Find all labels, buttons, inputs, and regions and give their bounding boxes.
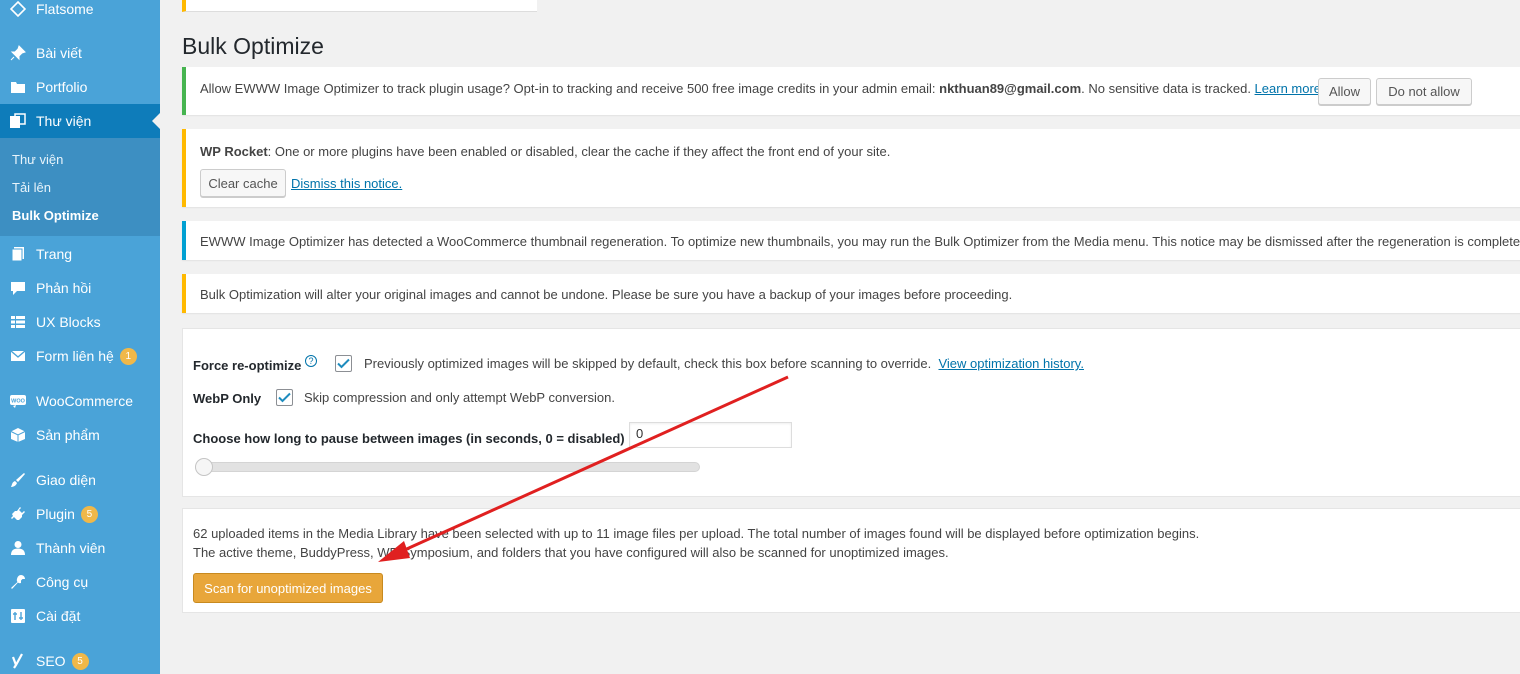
wp-rocket-message: : One or more plugins have been enabled … xyxy=(267,144,891,159)
checkmark-icon xyxy=(337,358,350,369)
plugin-icon xyxy=(8,504,28,524)
webp-only-description: Skip compression and only attempt WebP c… xyxy=(304,390,615,405)
page-title: Bulk Optimize xyxy=(182,33,324,59)
force-reoptimize-checkbox[interactable] xyxy=(335,355,352,372)
menu-label: Cài đặt xyxy=(36,608,81,624)
grid-icon xyxy=(8,312,28,332)
wp-rocket-text: WP Rocket: One or more plugins have been… xyxy=(200,144,890,159)
menu-label: Trang xyxy=(36,246,73,262)
previous-notice xyxy=(182,0,537,12)
menu-item-contact-form[interactable]: Form liên hệ 1 xyxy=(0,339,160,373)
menu-label: Plugin xyxy=(36,506,75,522)
submenu-bulk-optimize[interactable]: Bulk Optimize xyxy=(12,208,99,223)
admin-email: nkthuan89@gmail.com xyxy=(939,81,1082,96)
menu-item-settings[interactable]: Cài đặt xyxy=(0,599,160,633)
update-badge: 5 xyxy=(80,505,98,523)
page-icon xyxy=(8,244,28,264)
menu-item-seo[interactable]: SEO 5 xyxy=(0,644,160,674)
wp-rocket-notice: WP Rocket: One or more plugins have been… xyxy=(182,129,1520,207)
scan-images-button[interactable]: Scan for unoptimized images xyxy=(193,573,383,603)
clear-cache-button[interactable]: Clear cache xyxy=(200,169,286,197)
dismiss-notice-link[interactable]: Dismiss this notice. xyxy=(291,176,402,191)
menu-item-appearance[interactable]: Giao diện xyxy=(0,463,160,497)
pin-icon xyxy=(8,43,28,63)
menu-label: WooCommerce xyxy=(36,393,133,409)
folder-icon xyxy=(8,77,28,97)
help-icon[interactable]: ? xyxy=(305,355,317,367)
menu-label: Portfolio xyxy=(36,79,88,95)
force-desc-text: Previously optimized images will be skip… xyxy=(364,356,932,371)
comment-icon xyxy=(8,278,28,298)
yoast-icon xyxy=(8,651,28,671)
tracking-text: Allow EWWW Image Optimizer to track plug… xyxy=(200,81,940,96)
regeneration-text: EWWW Image Optimizer has detected a WooC… xyxy=(200,234,1520,249)
menu-item-users[interactable]: Thành viên xyxy=(0,531,160,565)
backup-warning-notice: Bulk Optimization will alter your origin… xyxy=(182,274,1520,313)
backup-warning-text: Bulk Optimization will alter your origin… xyxy=(200,287,1013,302)
menu-label: Form liên hệ xyxy=(36,348,114,364)
pause-duration-input[interactable]: 0 xyxy=(629,422,792,448)
learn-more-link[interactable]: Learn more. xyxy=(1255,81,1325,96)
tracking-notice: Allow EWWW Image Optimizer to track plug… xyxy=(182,67,1520,115)
woo-icon: WOO xyxy=(8,391,28,411)
admin-sidebar: Flatsome Bài viết Portfolio Thư viện Thư… xyxy=(0,0,160,674)
scan-panel: 62 uploaded items in the Media Library h… xyxy=(182,508,1520,613)
pause-slider-track[interactable] xyxy=(195,462,700,472)
checkmark-icon xyxy=(278,392,291,403)
menu-item-flatsome[interactable]: Flatsome xyxy=(0,0,160,26)
scan-summary-line1: 62 uploaded items in the Media Library h… xyxy=(193,526,1200,541)
settings-icon xyxy=(8,606,28,626)
menu-label: Thư viện xyxy=(36,113,92,129)
wrench-icon xyxy=(8,572,28,592)
user-icon xyxy=(8,538,28,558)
menu-item-media[interactable]: Thư viện xyxy=(0,104,160,138)
webp-only-label: WebP Only xyxy=(193,391,262,406)
flatsome-diamond-icon xyxy=(8,0,28,19)
menu-label: Sản phẩm xyxy=(36,427,100,443)
media-icon xyxy=(8,111,28,131)
brush-icon xyxy=(8,470,28,490)
wp-rocket-title: WP Rocket xyxy=(200,144,268,159)
allow-button[interactable]: Allow xyxy=(1318,78,1371,105)
menu-label: SEO xyxy=(36,653,66,669)
menu-label: Bài viết xyxy=(36,45,82,61)
svg-text:WOO: WOO xyxy=(11,399,25,405)
menu-label: UX Blocks xyxy=(36,314,101,330)
regeneration-notice: EWWW Image Optimizer has detected a WooC… xyxy=(182,221,1520,260)
menu-item-plugins[interactable]: Plugin 5 xyxy=(0,497,160,531)
view-history-link[interactable]: View optimization history. xyxy=(938,356,1083,371)
menu-item-comments[interactable]: Phản hồi xyxy=(0,271,160,305)
menu-label: Flatsome xyxy=(36,1,94,17)
pause-slider-handle[interactable] xyxy=(195,458,213,476)
tracking-text-after: . No sensitive data is tracked. xyxy=(1081,81,1255,96)
bulk-options-panel: Force re-optimize ? Previously optimized… xyxy=(182,328,1520,497)
menu-label: Giao diện xyxy=(36,472,96,488)
menu-item-posts[interactable]: Bài viết xyxy=(0,36,160,70)
scan-summary-line2: The active theme, BuddyPress, WP Symposi… xyxy=(193,545,949,560)
menu-item-woocommerce[interactable]: WOO WooCommerce xyxy=(0,384,160,418)
menu-label: Công cụ xyxy=(36,574,89,590)
box-icon xyxy=(8,425,28,445)
force-reoptimize-label: Force re-optimize xyxy=(193,358,302,373)
menu-item-tools[interactable]: Công cụ xyxy=(0,565,160,599)
do-not-allow-button[interactable]: Do not allow xyxy=(1376,78,1472,105)
menu-item-ux-blocks[interactable]: UX Blocks xyxy=(0,305,160,339)
submenu-upload[interactable]: Tải lên xyxy=(12,180,51,195)
tracking-notice-text: Allow EWWW Image Optimizer to track plug… xyxy=(200,81,1325,96)
submenu-library[interactable]: Thư viện xyxy=(12,152,63,167)
menu-item-products[interactable]: Sản phẩm xyxy=(0,418,160,452)
notification-badge: 1 xyxy=(119,347,137,365)
menu-label: Thành viên xyxy=(36,540,106,556)
menu-item-portfolio[interactable]: Portfolio xyxy=(0,70,160,104)
media-submenu: Thư viện Tải lên Bulk Optimize xyxy=(0,138,160,236)
pause-duration-label: Choose how long to pause between images … xyxy=(193,431,625,446)
force-reoptimize-description: Previously optimized images will be skip… xyxy=(364,356,1084,371)
menu-label: Phản hồi xyxy=(36,280,92,296)
mail-icon xyxy=(8,346,28,366)
menu-item-pages[interactable]: Trang xyxy=(0,237,160,271)
webp-only-checkbox[interactable] xyxy=(276,389,293,406)
seo-badge: 5 xyxy=(71,652,89,670)
